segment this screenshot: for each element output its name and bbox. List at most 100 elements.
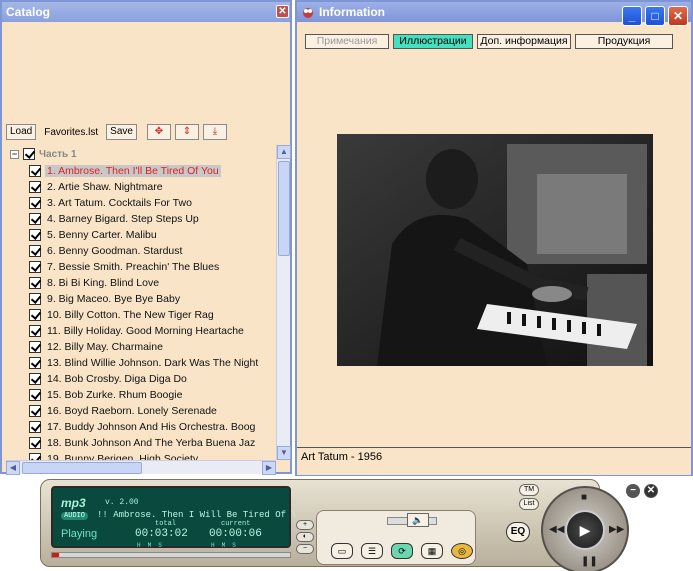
track-list: 1. Ambrose. Then I'll Be Tired Of You 2. … <box>29 163 260 460</box>
repeat-icon[interactable]: ⟳ <box>391 543 413 559</box>
total-hms: HMS <box>137 542 169 549</box>
track-item[interactable]: 12. Billy May. Charmaine <box>29 339 260 355</box>
track-checkbox[interactable] <box>29 373 41 385</box>
track-label: 11. Billy Holiday. Good Morning Heartach… <box>47 325 244 337</box>
root-checkbox[interactable] <box>23 148 35 160</box>
grid-icon[interactable]: ▦ <box>421 543 443 559</box>
track-item[interactable]: 1. Ambrose. Then I'll Be Tired Of You <box>29 163 260 179</box>
balance-icon[interactable]: ◐ <box>296 532 314 542</box>
track-checkbox[interactable] <box>29 165 41 177</box>
playlist-icon[interactable]: ☰ <box>361 543 383 559</box>
move-up-down-icon[interactable]: ⇕ <box>174 124 199 140</box>
load-button[interactable]: Load <box>6 124 37 140</box>
track-item[interactable]: 10. Billy Cotton. The New Tiger Rag <box>29 307 260 323</box>
scroll-up-icon[interactable]: ▲ <box>277 145 291 159</box>
track-item[interactable]: 18. Bunk Johnson And The Yerba Buena Jaz <box>29 435 260 451</box>
track-label: 5. Benny Carter. Malibu <box>47 229 157 241</box>
open-file-icon[interactable]: ▭ <box>331 543 353 559</box>
track-item[interactable]: 3. Art Tatum. Cocktails For Two <box>29 195 260 211</box>
horizontal-scroll-thumb[interactable] <box>22 462 142 474</box>
track-checkbox[interactable] <box>29 181 41 193</box>
track-checkbox[interactable] <box>29 293 41 305</box>
track-label: 3. Art Tatum. Cocktails For Two <box>47 197 192 209</box>
tab-additional-info[interactable]: Доп. информация <box>477 34 571 49</box>
tab-notes[interactable]: Примечания <box>305 34 389 49</box>
track-checkbox[interactable] <box>29 389 41 401</box>
total-label: total <box>155 520 177 528</box>
track-checkbox[interactable] <box>29 453 41 460</box>
minimize-icon[interactable]: _ <box>622 6 642 26</box>
current-hms: HMS <box>211 542 243 549</box>
play-button[interactable]: ▶ <box>565 510 605 550</box>
stop-icon[interactable]: ■ <box>581 492 587 503</box>
scroll-left-icon[interactable]: ◀ <box>6 461 20 475</box>
track-checkbox[interactable] <box>29 277 41 289</box>
track-label: 10. Billy Cotton. The New Tiger Rag <box>47 309 214 321</box>
track-item[interactable]: 9. Big Maceo. Bye Bye Baby <box>29 291 260 307</box>
track-checkbox[interactable] <box>29 341 41 353</box>
vertical-scrollbar[interactable]: ▲ ▼ <box>276 145 291 460</box>
volume-down-icon[interactable]: − <box>296 544 314 554</box>
track-item[interactable]: 13. Blind Willie Johnson. Dark Was The N… <box>29 355 260 371</box>
track-item[interactable]: 14. Bob Crosby. Diga Diga Do <box>29 371 260 387</box>
version-label: v. 2.00 <box>105 498 139 507</box>
previous-icon[interactable]: ◀◀ <box>549 524 564 535</box>
track-checkbox[interactable] <box>29 421 41 433</box>
save-button[interactable]: Save <box>106 124 137 140</box>
track-checkbox[interactable] <box>29 325 41 337</box>
track-item[interactable]: 5. Benny Carter. Malibu <box>29 227 260 243</box>
track-checkbox[interactable] <box>29 261 41 273</box>
list-button[interactable]: List <box>519 498 539 510</box>
close-player-icon[interactable]: ✕ <box>644 484 658 498</box>
speaker-icon[interactable]: 🔈 <box>407 513 429 527</box>
current-time: 00:00:06 <box>209 528 262 540</box>
track-checkbox[interactable] <box>29 229 41 241</box>
track-checkbox[interactable] <box>29 245 41 257</box>
tm-button[interactable]: TM <box>519 484 539 496</box>
next-icon[interactable]: ▶▶ <box>609 524 624 535</box>
track-scroller: !! Ambrose. Then I Will Be Tired Of \ <box>97 510 297 520</box>
catalog-title: Catalog <box>6 5 51 19</box>
track-item[interactable]: 7. Bessie Smith. Preachin' The Blues <box>29 259 260 275</box>
track-label: 8. Bi Bi King. Blind Love <box>47 277 160 289</box>
track-item[interactable]: 8. Bi Bi King. Blind Love <box>29 275 260 291</box>
control-panel: 🔈 ▭ ☰ ⟳ ▦ ◎ <box>316 510 476 565</box>
scroll-right-icon[interactable]: ▶ <box>262 461 276 475</box>
track-checkbox[interactable] <box>29 437 41 449</box>
globe-icon[interactable]: ◎ <box>451 543 473 559</box>
close-window-icon[interactable]: ✕ <box>668 6 688 26</box>
track-item[interactable]: 17. Buddy Johnson And His Orchestra. Boo… <box>29 419 260 435</box>
tab-illustrations[interactable]: Иллюстрации <box>393 34 473 49</box>
track-checkbox[interactable] <box>29 405 41 417</box>
tree-root[interactable]: − Часть 1 <box>10 147 77 161</box>
track-label: 14. Bob Crosby. Diga Diga Do <box>47 373 187 385</box>
track-checkbox[interactable] <box>29 213 41 225</box>
track-item[interactable]: 6. Benny Goodman. Stardust <box>29 243 260 259</box>
catalog-titlebar[interactable]: Catalog <box>2 2 290 22</box>
track-item[interactable]: 15. Bob Zurke. Rhum Boogie <box>29 387 260 403</box>
track-item[interactable]: 19. Bunny Berigen. High Society <box>29 451 260 460</box>
tab-products[interactable]: Продукция <box>575 34 673 49</box>
scroll-down-icon[interactable]: ▼ <box>277 446 291 460</box>
side-controls: + ◐ − <box>296 520 314 554</box>
move-all-icon[interactable]: ✥ <box>146 124 171 140</box>
maximize-icon[interactable]: □ <box>645 6 665 26</box>
progress-bar[interactable] <box>51 552 291 558</box>
close-icon[interactable]: ✕ <box>276 5 289 18</box>
track-item[interactable]: 16. Boyd Raeborn. Lonely Serenade <box>29 403 260 419</box>
horizontal-scrollbar[interactable]: ◀ ▶ <box>6 460 276 475</box>
track-checkbox[interactable] <box>29 357 41 369</box>
catalog-window: Catalog ✕ Load Favorites.lst Save ✥ ⇕ ⤓ … <box>0 0 292 475</box>
track-item[interactable]: 11. Billy Holiday. Good Morning Heartach… <box>29 323 260 339</box>
collapse-icon[interactable]: − <box>10 149 19 159</box>
move-bottom-icon[interactable]: ⤓ <box>202 124 227 140</box>
vertical-scroll-thumb[interactable] <box>278 161 290 256</box>
volume-up-icon[interactable]: + <box>296 520 314 530</box>
track-item[interactable]: 2. Artie Shaw. Nightmare <box>29 179 260 195</box>
pause-icon[interactable]: ❚❚ <box>581 556 598 567</box>
track-checkbox[interactable] <box>29 309 41 321</box>
track-checkbox[interactable] <box>29 197 41 209</box>
minimize-player-icon[interactable]: − <box>626 484 640 498</box>
eq-button[interactable]: EQ <box>506 522 530 542</box>
track-item[interactable]: 4. Barney Bigard. Step Steps Up <box>29 211 260 227</box>
